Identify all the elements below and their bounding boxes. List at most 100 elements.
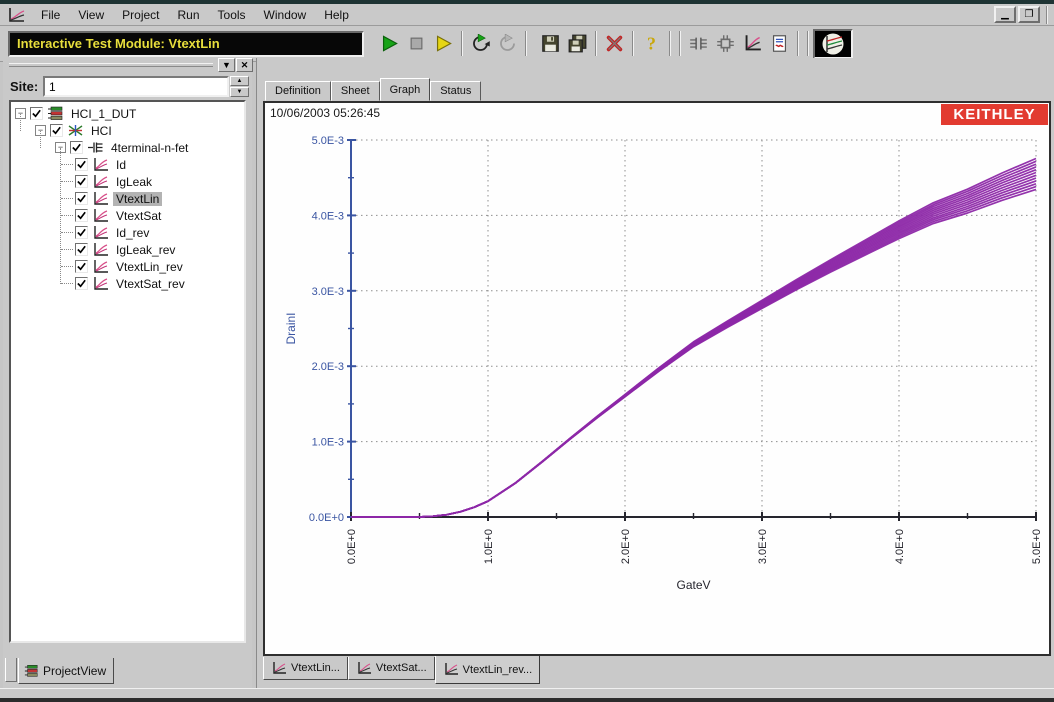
tab-vtextlin-rev[interactable]: VtextLin_rev... bbox=[435, 656, 541, 684]
tab-status[interactable]: Status bbox=[430, 81, 481, 101]
save-button[interactable] bbox=[537, 30, 564, 57]
step-play-icon bbox=[434, 34, 453, 53]
test-label[interactable]: VtextSat bbox=[113, 209, 164, 223]
site-field[interactable] bbox=[43, 76, 229, 97]
tree-label-stress[interactable]: HCI bbox=[88, 124, 115, 138]
svg-text:2.0E+0: 2.0E+0 bbox=[620, 529, 632, 564]
svg-text:0.0E+0: 0.0E+0 bbox=[309, 512, 344, 524]
toolbar: Interactive Test Module: VtextLin bbox=[0, 26, 1054, 62]
svg-text:DrainI: DrainI bbox=[284, 312, 298, 344]
stop-button[interactable] bbox=[403, 30, 430, 57]
test-checkbox[interactable] bbox=[75, 277, 88, 290]
test-label[interactable]: Id_rev bbox=[113, 226, 152, 240]
test-checkbox[interactable] bbox=[75, 243, 88, 256]
repeat-run-button[interactable] bbox=[467, 30, 494, 57]
test-checkbox[interactable] bbox=[75, 192, 88, 205]
svg-text:3.0E+0: 3.0E+0 bbox=[757, 529, 769, 564]
project-view-icon bbox=[24, 664, 39, 678]
site-spin-up[interactable]: ▲ bbox=[230, 76, 249, 86]
device-button[interactable] bbox=[712, 30, 739, 57]
help-button[interactable]: ? bbox=[638, 30, 665, 57]
site-spin-down[interactable]: ▼ bbox=[230, 87, 249, 97]
test-label[interactable]: Id bbox=[113, 158, 129, 172]
test-structure-icon bbox=[689, 34, 708, 53]
tree-test-item[interactable]: IgLeak_rev bbox=[61, 241, 244, 258]
tree-test-item[interactable]: Id bbox=[61, 156, 244, 173]
report-button[interactable] bbox=[766, 30, 793, 57]
run-button[interactable] bbox=[376, 30, 403, 57]
tree-node-dut[interactable]: − HCI_1_DUT bbox=[15, 105, 244, 122]
test-label[interactable]: VtextLin_rev bbox=[113, 260, 186, 274]
tab-project-view[interactable]: ProjectView bbox=[18, 658, 114, 684]
delete-button[interactable] bbox=[601, 30, 628, 57]
test-checkbox[interactable] bbox=[75, 175, 88, 188]
stress-checkbox[interactable] bbox=[50, 124, 63, 137]
menu-window[interactable]: Window bbox=[255, 6, 316, 24]
test-label[interactable]: IgLeak bbox=[113, 175, 155, 189]
tree-label-device[interactable]: 4terminal-n-fet bbox=[108, 141, 191, 155]
test-checkbox[interactable] bbox=[75, 209, 88, 222]
menubar-separator bbox=[1046, 6, 1048, 24]
tab-definition[interactable]: Definition bbox=[265, 81, 331, 101]
menu-project[interactable]: Project bbox=[113, 6, 168, 24]
graph-window-button[interactable] bbox=[813, 29, 853, 59]
test-structure-button[interactable] bbox=[685, 30, 712, 57]
tree-test-item[interactable]: VtextLin bbox=[61, 190, 244, 207]
repeat-disabled-button[interactable] bbox=[494, 30, 521, 57]
panel-gripper[interactable] bbox=[9, 63, 213, 67]
module-tabs: Definition Sheet Graph Status bbox=[265, 78, 481, 101]
tree-connector bbox=[61, 181, 73, 182]
save-all-button[interactable] bbox=[564, 30, 591, 57]
tree-node-stress[interactable]: − HCI bbox=[35, 122, 244, 139]
test-label[interactable]: VtextSat_rev bbox=[113, 277, 188, 291]
minimize-button[interactable]: ▁ bbox=[994, 6, 1016, 23]
tree-label-dut[interactable]: HCI_1_DUT bbox=[68, 107, 139, 121]
module-banner: Interactive Test Module: VtextLin bbox=[8, 31, 364, 57]
tab-vtextlin[interactable]: VtextLin... bbox=[263, 657, 348, 680]
help-icon: ? bbox=[642, 34, 661, 53]
tree-test-item[interactable]: Id_rev bbox=[61, 224, 244, 241]
tree-test-item[interactable]: VtextSat bbox=[61, 207, 244, 224]
toolbar-separator bbox=[669, 31, 671, 56]
tree-node-device[interactable]: − 4terminal-n-fet bbox=[55, 139, 244, 156]
test-label[interactable]: VtextLin bbox=[113, 192, 162, 206]
test-graph-icon bbox=[92, 157, 109, 172]
tab-graph[interactable]: Graph bbox=[380, 78, 431, 101]
test-graph-icon bbox=[92, 276, 109, 291]
graph-button[interactable] bbox=[739, 30, 766, 57]
graph-icon bbox=[743, 34, 762, 53]
panel-close-button[interactable]: ✕ bbox=[236, 58, 253, 72]
report-icon bbox=[770, 34, 789, 53]
tree-vline bbox=[60, 148, 61, 284]
device-checkbox[interactable] bbox=[70, 141, 83, 154]
hidden-tab-stub[interactable] bbox=[5, 658, 17, 682]
panel-menu-button[interactable]: ▼ bbox=[218, 58, 235, 72]
test-checkbox[interactable] bbox=[75, 158, 88, 171]
tab-sheet[interactable]: Sheet bbox=[331, 81, 380, 101]
menu-run[interactable]: Run bbox=[169, 6, 209, 24]
site-input[interactable] bbox=[45, 78, 227, 95]
menu-tools[interactable]: Tools bbox=[209, 6, 255, 24]
tree-connector bbox=[61, 164, 73, 165]
navigator-tabstrip: ProjectView bbox=[3, 658, 252, 688]
toolbar-separator bbox=[595, 31, 597, 56]
test-checkbox[interactable] bbox=[75, 260, 88, 273]
menu-file[interactable]: File bbox=[32, 6, 69, 24]
svg-text:1.0E-3: 1.0E-3 bbox=[312, 437, 344, 449]
tree-vline bbox=[40, 131, 41, 148]
tree-test-item[interactable]: IgLeak bbox=[61, 173, 244, 190]
menu-help[interactable]: Help bbox=[315, 6, 358, 24]
tab-vtextsat[interactable]: VtextSat... bbox=[348, 657, 435, 680]
test-label[interactable]: IgLeak_rev bbox=[113, 243, 178, 257]
window-bottom-edge bbox=[0, 698, 1054, 702]
menu-view[interactable]: View bbox=[69, 6, 113, 24]
restore-button[interactable]: ❐ bbox=[1018, 6, 1040, 23]
step-button[interactable] bbox=[430, 30, 457, 57]
test-checkbox[interactable] bbox=[75, 226, 88, 239]
dut-checkbox[interactable] bbox=[30, 107, 43, 120]
tree-test-item[interactable]: VtextSat_rev bbox=[61, 275, 244, 292]
tree-test-item[interactable]: VtextLin_rev bbox=[61, 258, 244, 275]
delete-x-icon bbox=[605, 34, 624, 53]
svg-text:?: ? bbox=[647, 34, 656, 53]
window-buttons: ▁ ❐ bbox=[994, 6, 1040, 23]
